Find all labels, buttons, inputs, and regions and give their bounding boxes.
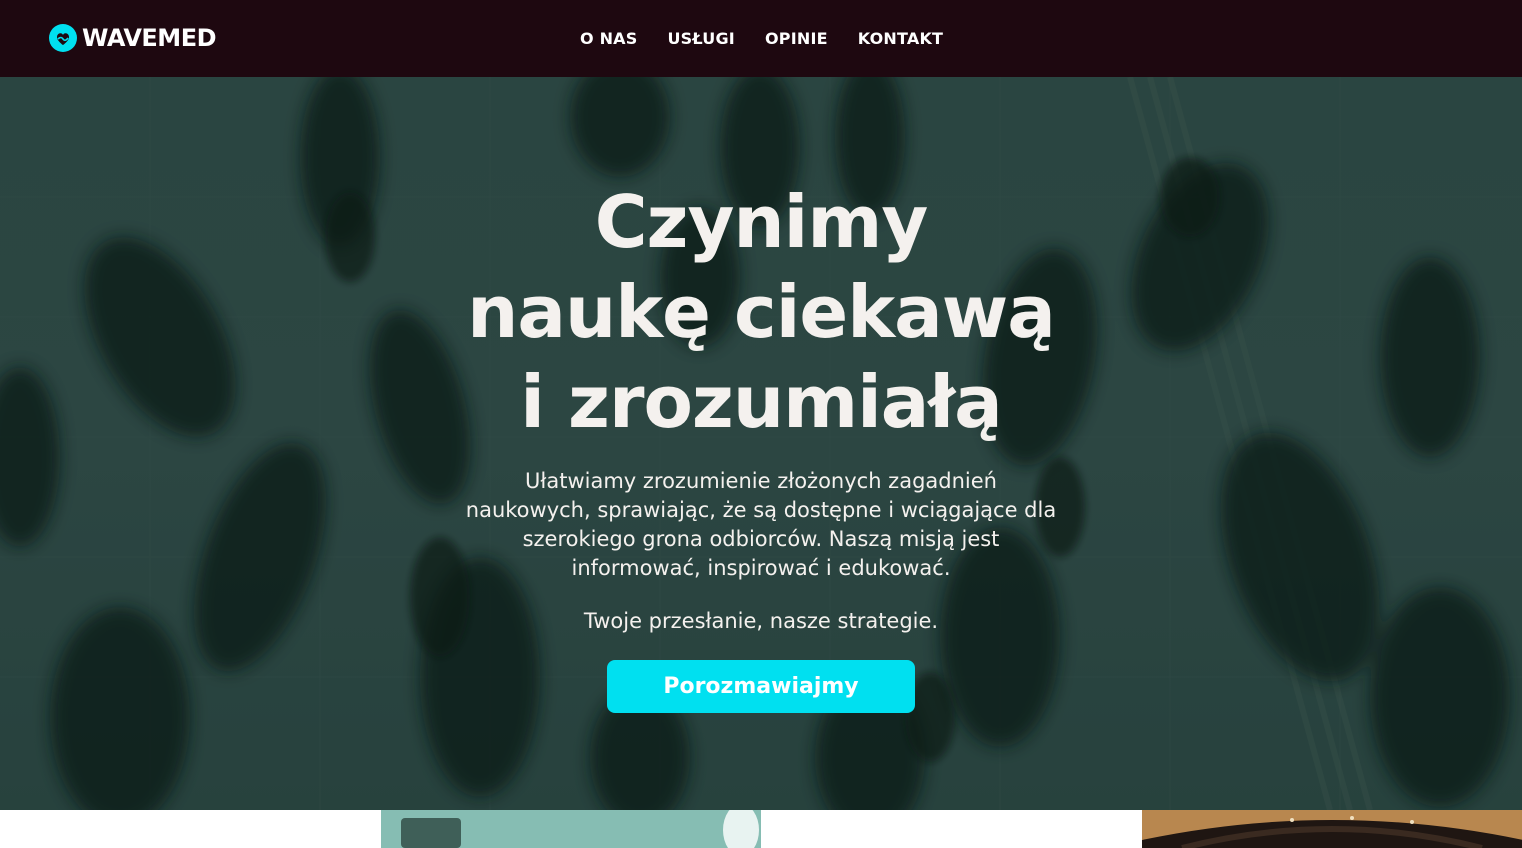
hero-description: Ułatwiamy zrozumienie złożonych zagadnie… xyxy=(465,469,1057,580)
nav-link-uslugi[interactable]: USŁUGI xyxy=(652,29,750,49)
hero-tagline: Twoje przesłanie, nasze strategie. xyxy=(583,609,939,633)
hero-content: Czynimy naukę ciekawą i zrozumiałą Ułatw… xyxy=(411,177,1111,713)
preview-tile[interactable] xyxy=(761,810,1142,848)
preview-image xyxy=(1141,810,1522,848)
site-header: WAVEMED O NAS USŁUGI OPINIE KONTAKT xyxy=(0,0,1522,77)
hero-title-line: Czynimy xyxy=(594,180,929,264)
preview-tile[interactable] xyxy=(380,810,761,848)
nav-link-o-nas[interactable]: O NAS xyxy=(565,29,652,49)
main-nav: O NAS USŁUGI OPINIE KONTAKT xyxy=(565,0,958,77)
nav-link-kontakt[interactable]: KONTAKT xyxy=(843,29,958,49)
nav-link-opinie[interactable]: OPINIE xyxy=(750,29,843,49)
hero-title: Czynimy naukę ciekawą i zrozumiałą xyxy=(411,177,1111,447)
services-preview-strip xyxy=(0,810,1522,848)
logo-link[interactable]: WAVEMED xyxy=(48,23,217,53)
preview-tile[interactable] xyxy=(1141,810,1522,848)
hero-title-line: i zrozumiałą xyxy=(520,360,1002,444)
cta-lets-talk-button[interactable]: Porozmawiajmy xyxy=(607,660,915,713)
preview-tile[interactable] xyxy=(0,810,381,848)
logo-text: WAVEMED xyxy=(82,24,217,52)
preview-image xyxy=(380,810,761,848)
hero-title-line: naukę ciekawą xyxy=(467,270,1056,354)
hero-section: Czynimy naukę ciekawą i zrozumiałą Ułatw… xyxy=(0,77,1522,810)
wave-heart-logo-icon xyxy=(49,24,77,52)
